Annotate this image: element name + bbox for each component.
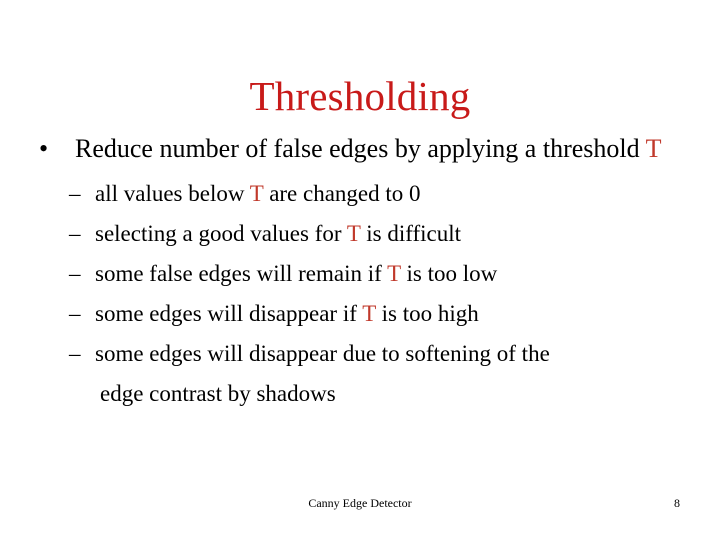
- sub-bullet-text-after: is too low: [400, 261, 498, 286]
- threshold-symbol: T: [249, 181, 264, 206]
- slide-title: Thresholding: [249, 73, 471, 120]
- dash-marker-icon: –: [69, 301, 81, 326]
- sub-bullet-list: – all values below T are changed to 0 – …: [0, 174, 720, 414]
- slide-page-number: 8: [674, 496, 680, 510]
- sub-bullet-text-after: are changed to 0: [263, 181, 421, 206]
- slide-body: • Reduce number of false edges by applyi…: [0, 130, 720, 414]
- bullet-marker-icon: •: [39, 134, 49, 163]
- sub-bullet-wrapped-line: edge contrast by shadows: [100, 381, 336, 406]
- bullet-level1-text-before: Reduce number of false edges by applying…: [75, 134, 646, 163]
- sub-bullet-item: – selecting a good values for T is diffi…: [0, 214, 720, 254]
- threshold-symbol: T: [362, 301, 376, 326]
- sub-bullet-item: – some edges will disappear due to softe…: [0, 334, 720, 414]
- threshold-symbol: T: [346, 221, 361, 246]
- sub-bullet-text-before: some edges will disappear if: [95, 301, 363, 326]
- bullet-level1: • Reduce number of false edges by applyi…: [0, 130, 720, 168]
- dash-marker-icon: –: [69, 221, 81, 246]
- sub-bullet-text-before: selecting a good values for: [95, 221, 347, 246]
- dash-marker-icon: –: [69, 261, 81, 286]
- dash-marker-icon: –: [69, 341, 81, 366]
- sub-bullet-item: – all values below T are changed to 0: [0, 174, 720, 214]
- sub-bullet-text-after: is too high: [375, 301, 479, 326]
- sub-bullet-item: – some false edges will remain if T is t…: [0, 254, 720, 294]
- threshold-symbol: T: [645, 134, 662, 163]
- sub-bullet-text-before: all values below: [95, 181, 250, 206]
- slide: Thresholding • Reduce number of false ed…: [0, 0, 720, 540]
- dash-marker-icon: –: [69, 181, 81, 206]
- slide-footer: Canny Edge Detector 8: [0, 494, 720, 518]
- footer-label: Canny Edge Detector: [308, 496, 412, 510]
- sub-bullet-text-before: some edges will disappear due to softeni…: [95, 341, 550, 366]
- threshold-symbol: T: [387, 261, 401, 286]
- sub-bullet-item: – some edges will disappear if T is too …: [0, 294, 720, 334]
- sub-bullet-text-after: is difficult: [360, 221, 462, 246]
- sub-bullet-text-before: some false edges will remain if: [95, 261, 388, 286]
